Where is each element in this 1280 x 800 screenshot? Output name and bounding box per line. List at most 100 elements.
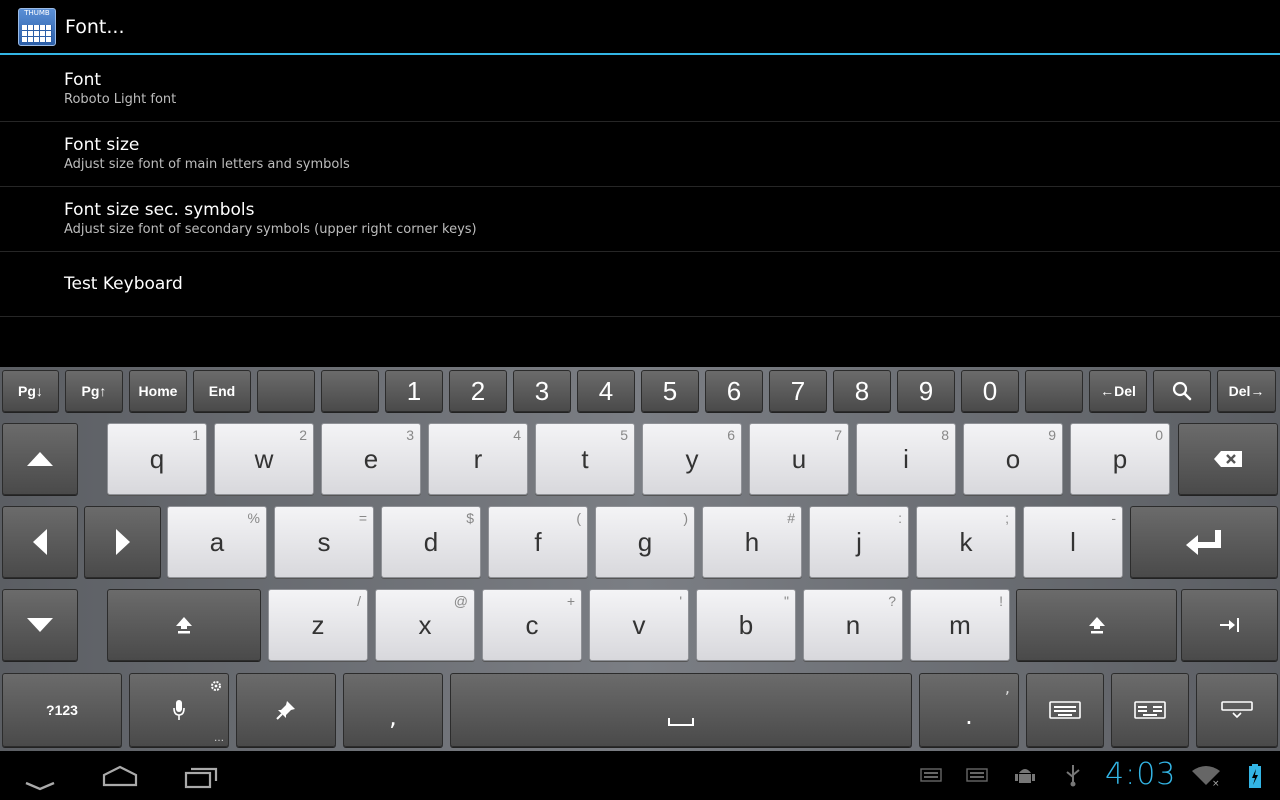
letter-key-y[interactable]: y6 — [642, 423, 742, 495]
blank-key-3[interactable] — [1025, 370, 1083, 412]
wifi-icon: × — [1190, 765, 1222, 791]
pref-font-size-sec-symbols[interactable]: Font size sec. symbols Adjust size font … — [0, 187, 1280, 252]
key-label: r — [473, 443, 483, 474]
letter-key-c[interactable]: c + — [482, 589, 582, 661]
blank-key-1[interactable] — [257, 370, 315, 412]
action-bar: THUMB Font... — [0, 0, 1280, 55]
letter-key-i[interactable]: i8 — [856, 423, 956, 495]
microphone-icon — [173, 700, 185, 720]
clock: 4:03 — [1105, 757, 1177, 792]
back-icon — [25, 781, 55, 791]
period-key[interactable]: . , — [919, 673, 1019, 747]
digit-5-key[interactable]: 5 — [641, 370, 699, 412]
shift-right-key[interactable] — [1016, 589, 1177, 661]
arrow-left-key[interactable] — [2, 506, 78, 578]
home-key[interactable]: Home — [129, 370, 187, 412]
key-label: x — [418, 609, 432, 640]
tab-key[interactable] — [1181, 589, 1278, 661]
split-keyboard-key[interactable] — [1111, 673, 1189, 747]
arrow-right-key[interactable] — [84, 506, 161, 578]
letter-key-h[interactable]: h # — [702, 506, 802, 578]
pref-font[interactable]: Font Roboto Light font — [0, 57, 1280, 122]
digit-1-key[interactable]: 1 — [385, 370, 443, 412]
digit-6-key[interactable]: 6 — [705, 370, 763, 412]
pin-key[interactable] — [236, 673, 336, 747]
letter-key-k[interactable]: k; — [916, 506, 1016, 578]
letter-key-t[interactable]: t5 — [535, 423, 635, 495]
end-key[interactable]: End — [193, 370, 251, 412]
space-key[interactable] — [450, 673, 912, 747]
letter-key-p[interactable]: p0 — [1070, 423, 1170, 495]
digit-7-key[interactable]: 7 — [769, 370, 827, 412]
backspace-icon — [1214, 451, 1242, 467]
pgdn-key[interactable]: Pg↓ — [2, 370, 59, 412]
arrow-up-key[interactable] — [2, 423, 78, 495]
arrow-down-key[interactable] — [2, 589, 78, 661]
letter-key-v[interactable]: v ' — [589, 589, 689, 661]
home-button[interactable] — [100, 761, 140, 795]
letter-key-u[interactable]: u7 — [749, 423, 849, 495]
arrow-down-icon — [27, 618, 53, 632]
recent-apps-button[interactable] — [182, 761, 220, 795]
letter-key-a[interactable]: a% — [167, 506, 267, 578]
digit-3-key[interactable]: 3 — [513, 370, 571, 412]
svg-text:×: × — [1212, 779, 1220, 787]
preference-list: Font Roboto Light font Font size Adjust … — [0, 57, 1280, 317]
enter-icon — [1186, 530, 1221, 555]
shift-left-key[interactable] — [107, 589, 261, 661]
key-label: u — [791, 443, 807, 474]
letter-key-b[interactable]: b " — [696, 589, 796, 661]
key-label: h — [744, 526, 760, 557]
pgup-key[interactable]: Pg↑ — [65, 370, 123, 412]
letter-key-s[interactable]: s = — [274, 506, 374, 578]
pref-title: Font size sec. symbols — [64, 200, 255, 220]
key-label: k — [959, 526, 973, 557]
thumb-keyboard-app-icon[interactable]: THUMB — [18, 7, 56, 46]
back-button[interactable] — [22, 761, 58, 795]
letter-key-e[interactable]: e3 — [321, 423, 421, 495]
key-secondary-label: ' — [679, 593, 682, 609]
key-label: y — [685, 443, 699, 474]
key-label: q — [149, 443, 165, 474]
delete-left-key[interactable]: ←Del — [1089, 370, 1147, 412]
letter-key-j[interactable]: j: — [809, 506, 909, 578]
pref-font-size[interactable]: Font size Adjust size font of main lette… — [0, 122, 1280, 187]
letter-key-l[interactable]: l- — [1023, 506, 1123, 578]
key-secondary-label: 5 — [620, 427, 628, 443]
pref-test-keyboard[interactable]: Test Keyboard — [0, 252, 1280, 317]
delete-right-key[interactable]: Del→ — [1217, 370, 1276, 412]
key-secondary-label: 4 — [513, 427, 521, 443]
letter-key-w[interactable]: w2 — [214, 423, 314, 495]
app-icon-text: THUMB — [24, 8, 50, 17]
letter-key-r[interactable]: r4 — [428, 423, 528, 495]
key-label: l — [1070, 526, 1076, 557]
letter-key-g[interactable]: g) — [595, 506, 695, 578]
search-icon — [1172, 381, 1192, 401]
key-secondary-label: - — [1111, 510, 1116, 526]
microphone-key[interactable]: … — [129, 673, 229, 747]
letter-key-f[interactable]: f( — [488, 506, 588, 578]
digit-2-key[interactable]: 2 — [449, 370, 507, 412]
digit-9-key[interactable]: 9 — [897, 370, 955, 412]
key-secondary-label: 8 — [941, 427, 949, 443]
search-key[interactable] — [1153, 370, 1211, 412]
enter-key[interactable] — [1130, 506, 1278, 578]
letter-key-o[interactable]: o9 — [963, 423, 1063, 495]
digit-4-key[interactable]: 4 — [577, 370, 635, 412]
digit-8-key[interactable]: 8 — [833, 370, 891, 412]
keyboard-layout-key[interactable] — [1026, 673, 1104, 747]
backspace-key[interactable] — [1178, 423, 1278, 495]
hide-keyboard-key[interactable] — [1196, 673, 1278, 747]
digit-0-key[interactable]: 0 — [961, 370, 1019, 412]
comma-key[interactable]: , — [343, 673, 443, 747]
key-secondary-label: $ — [466, 510, 474, 526]
letter-key-x[interactable]: x @ — [375, 589, 475, 661]
gear-icon — [211, 681, 221, 691]
letter-key-d[interactable]: d $ — [381, 506, 481, 578]
symbols-key[interactable]: ?123 — [2, 673, 122, 747]
letter-key-n[interactable]: n? — [803, 589, 903, 661]
letter-key-z[interactable]: z / — [268, 589, 368, 661]
blank-key-2[interactable] — [321, 370, 379, 412]
letter-key-m[interactable]: m! — [910, 589, 1010, 661]
letter-key-q[interactable]: q1 — [107, 423, 207, 495]
